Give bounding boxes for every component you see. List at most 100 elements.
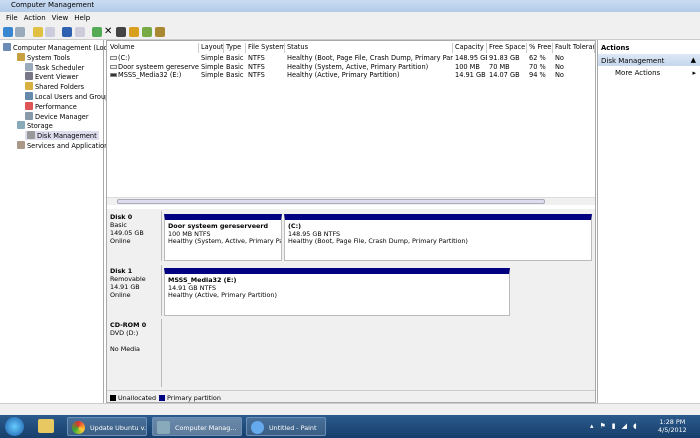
tree-item[interactable]: System Tools [17,52,70,62]
table-cell[interactable]: 94 % [529,71,553,79]
table-cell[interactable]: 70 MB [489,63,527,71]
more-actions[interactable]: More Actions ▸ [615,69,700,77]
table-cell[interactable]: Healthy (Boot, Page File, Crash Dump, Pr… [287,54,453,62]
partition[interactable]: MSSS_Media32 (E:) 14.91 GB NTFS Healthy (A… [164,268,510,316]
horizontal-scrollbar[interactable] [107,197,595,205]
table-cell[interactable]: Basic [226,54,246,62]
table-cell[interactable]: 14.91 GB [455,71,487,79]
table-cell[interactable]: 14.07 GB [489,71,527,79]
up-folder-icon[interactable] [33,27,43,37]
tools-icon [17,52,25,61]
tray-icons[interactable]: ▴⚑▮◢◖ [590,422,643,430]
tree-item[interactable]: Local Users and Groups [25,92,113,101]
disk-name: CD-ROM 0 [110,321,147,329]
column-header[interactable]: Status [285,43,453,53]
disk-info: Online [110,291,131,299]
clock[interactable]: 1:28 PM 4/5/2012 [658,418,687,434]
tree-item[interactable]: Shared Folders [25,82,84,91]
column-header[interactable]: Volume [108,43,199,53]
title-bar: Computer Management [0,0,700,12]
column-header[interactable]: Capacity [453,43,487,53]
table-cell[interactable]: 91.83 GB [489,54,527,62]
table-cell[interactable]: 100 MB [455,63,487,71]
partition[interactable]: (C:) 148.95 GB NTFS Healthy (Boot, Page Fi… [284,214,592,261]
table-cell[interactable]: Basic [226,71,246,79]
search-icon[interactable] [142,27,152,37]
table-cell[interactable]: NTFS [248,71,285,79]
disk-info [110,337,159,345]
disk-label[interactable]: CD-ROM 0 DVD (D:) No Media [108,319,162,387]
view-icon[interactable] [75,27,85,37]
scrollbar-thumb[interactable] [117,199,545,204]
table-cell[interactable]: Basic [226,63,246,71]
column-header[interactable]: File System [246,43,285,53]
legend-primary: Primary partition [167,394,221,402]
primary-swatch [159,395,166,401]
start-button[interactable] [5,417,24,436]
column-header[interactable]: Type [224,43,246,53]
section-label: Disk Management [601,57,665,65]
unallocated-swatch [110,395,116,401]
tree-item[interactable]: Task Scheduler [25,62,84,72]
services-icon [17,141,25,149]
table-cell[interactable]: Healthy (System, Active, Primary Partiti… [287,63,453,71]
actions-disk-management[interactable]: Disk Management ▲ [598,54,700,66]
disk-info: Online [110,237,131,245]
open-icon[interactable] [129,27,139,37]
column-header[interactable]: Fault Toleran [553,43,595,53]
table-cell[interactable]: NTFS [248,63,285,71]
column-header[interactable]: % Free [527,43,553,53]
disk-label[interactable]: Disk 1 Removable 14.91 GB Online [108,265,162,316]
table-cell[interactable]: NTFS [248,54,285,62]
tree-item[interactable]: Services and Applications [17,141,112,150]
task-computer-management[interactable]: Computer Manag... [152,417,242,436]
tree-item[interactable]: Disk Management [25,131,99,141]
legend-unallocated: Unallocated [118,394,157,402]
partition-status: Healthy (Boot, Page File, Crash Dump, Pr… [288,237,468,245]
task-paint[interactable]: Untitled - Paint [246,417,326,436]
tree-item-label: Services and Applications [27,142,112,150]
table-cell[interactable]: 148.95 GB [455,54,487,62]
forward-icon[interactable] [15,27,25,37]
table-cell[interactable]: Simple [201,54,224,62]
clock-date: 4/5/2012 [658,426,687,434]
computer-icon [3,43,11,51]
menu-view[interactable]: View [52,14,69,22]
menu-action[interactable]: Action [24,14,46,22]
task-chrome[interactable]: Update Ubuntu v... [67,417,147,436]
table-cell[interactable]: Door systeem gereserveerd [118,63,199,71]
back-icon[interactable] [3,27,13,37]
column-header[interactable]: Free Space [487,43,527,53]
tree-item[interactable]: Event Viewer [25,72,78,81]
help-icon[interactable] [62,27,72,37]
disk-info: DVD (D:) [110,329,139,337]
menu-file[interactable]: File [6,14,18,22]
storage-icon [17,121,25,130]
explorer-icon[interactable] [38,419,54,433]
partition[interactable]: Door systeem gereserveerd 100 MB NTFS Heal… [164,214,282,261]
menu-help[interactable]: Help [74,14,90,22]
tree-item[interactable]: Storage [17,121,53,130]
table-cell[interactable]: No [555,54,595,62]
table-cell[interactable]: No [555,71,595,79]
disk-label[interactable]: Disk 0 Basic 149.05 GB Online [108,211,162,261]
tree-item-label: Storage [27,122,53,131]
table-cell[interactable]: 70 % [529,63,553,71]
tree-item[interactable]: Performance [25,101,77,111]
tree-item-label: Device Manager [35,112,89,121]
tree-item[interactable]: Device Manager [25,111,89,121]
delete-icon[interactable]: ✕ [104,27,114,37]
column-header[interactable]: Layout [199,43,224,53]
table-cell[interactable]: MSSS_Media32 (E:) [118,71,199,79]
settings-icon[interactable] [155,27,165,37]
table-cell[interactable]: (C:) [118,54,199,62]
table-cell[interactable]: No [555,63,595,71]
properties-icon[interactable] [116,27,126,37]
refresh-icon[interactable] [92,27,102,37]
table-cell[interactable]: 62 % [529,54,553,62]
show-hide-tree-icon[interactable] [45,27,55,37]
table-cell[interactable]: Simple [201,71,224,79]
table-cell[interactable]: Simple [201,63,224,71]
tree-item[interactable]: Computer Management (Local [3,43,113,52]
table-cell[interactable]: Healthy (Active, Primary Partition) [287,71,453,79]
